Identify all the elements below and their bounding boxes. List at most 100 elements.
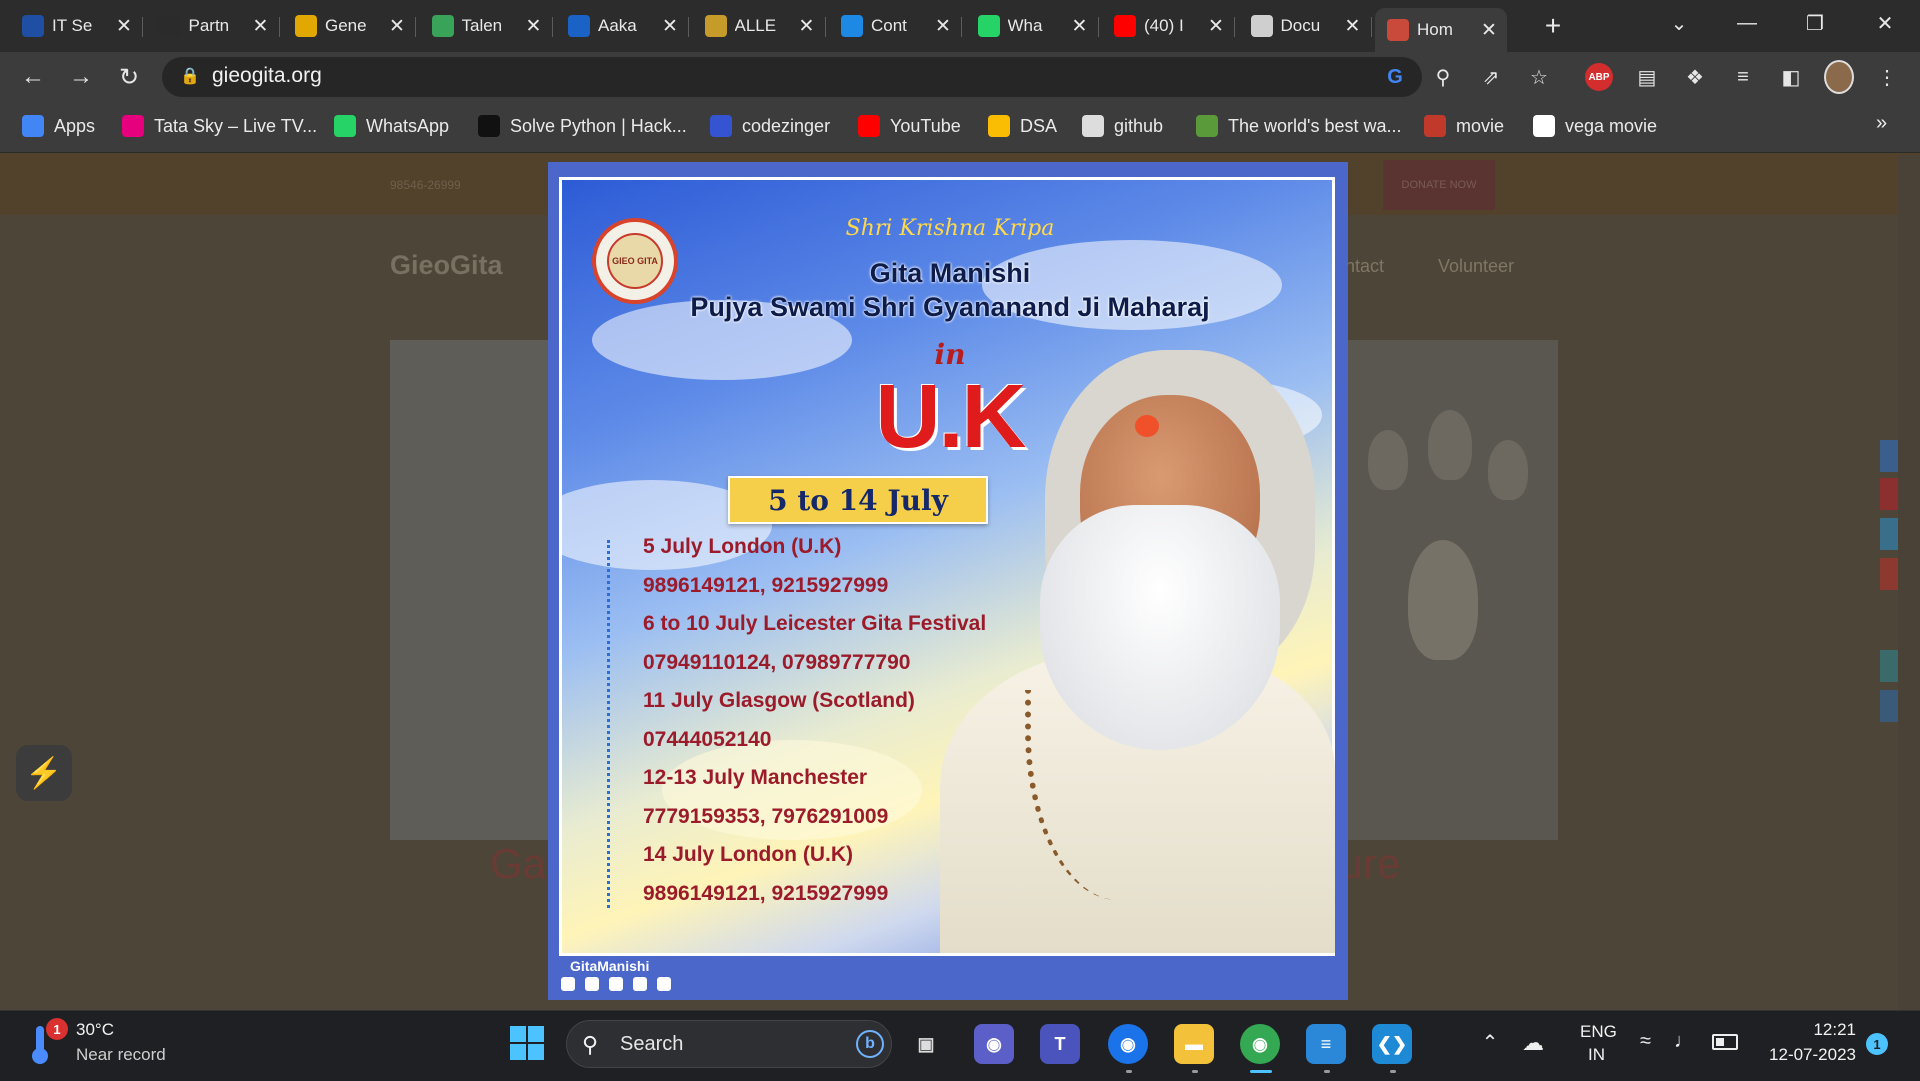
donate-button[interactable]: DONATE NOW <box>1383 160 1495 210</box>
bookmark-codezinger[interactable]: codezinger <box>710 112 830 140</box>
contest-icon <box>841 15 863 37</box>
close-tab-icon[interactable]: ✕ <box>385 15 409 38</box>
bing-icon[interactable]: b <box>856 1030 884 1058</box>
tab-alle[interactable]: ALLE ✕ <box>693 8 826 44</box>
vscode-icon[interactable]: ❮❯ <box>1372 1024 1412 1064</box>
profile-avatar[interactable] <box>1824 60 1854 94</box>
file-manager-icon[interactable]: ▣ <box>906 1024 946 1064</box>
lock-icon[interactable]: 🔒 <box>180 66 200 86</box>
adblock-label: ABP <box>1585 63 1613 91</box>
bookmark-star-icon[interactable]: ☆ <box>1524 62 1554 92</box>
tab-docu[interactable]: Docu ✕ <box>1239 8 1372 44</box>
notification-badge[interactable]: 1 <box>1866 1033 1888 1055</box>
onedrive-icon[interactable]: ☁ <box>1522 1030 1544 1056</box>
minimize-button[interactable]: — <box>1724 8 1770 38</box>
close-tab-icon[interactable]: ✕ <box>1477 19 1501 42</box>
bookmark-the-world-s-best-wa[interactable]: The world's best wa... <box>1196 112 1402 140</box>
bookmark-tata-sky-live-tv[interactable]: Tata Sky – Live TV... <box>122 112 317 140</box>
bookmark-solve-python-hack[interactable]: Solve Python | Hack... <box>478 112 687 140</box>
close-window-button[interactable]: ✕ <box>1862 8 1908 38</box>
close-tab-icon[interactable]: ✕ <box>1204 15 1228 38</box>
notepad-icon[interactable]: ≡ <box>1306 1024 1346 1064</box>
language-region[interactable]: IN <box>1588 1045 1605 1065</box>
reading-list-icon[interactable]: ≡ <box>1728 62 1758 92</box>
tab-hom[interactable]: Hom ✕ <box>1375 8 1507 52</box>
bookmark-whatsapp[interactable]: WhatsApp <box>334 112 449 140</box>
close-tab-icon[interactable]: ✕ <box>249 15 273 38</box>
site-logo[interactable]: GieoGita <box>390 250 503 281</box>
share-facebook-icon[interactable] <box>1880 440 1898 472</box>
close-tab-icon[interactable]: ✕ <box>658 15 682 38</box>
google-lens-icon[interactable]: G <box>1380 62 1410 92</box>
tab-aaka[interactable]: Aaka ✕ <box>556 8 689 44</box>
reload-button[interactable]: ↻ <box>112 60 146 94</box>
url-text[interactable]: gieogita.org <box>212 64 322 88</box>
share-linkedin-icon[interactable] <box>1880 690 1898 722</box>
tab-40-i[interactable]: (40) I ✕ <box>1102 8 1235 44</box>
wifi-icon[interactable]: ≈ <box>1640 1030 1651 1053</box>
generic-icon <box>295 15 317 37</box>
nav-volunteer[interactable]: Volunteer <box>1438 256 1514 277</box>
new-tab-button[interactable]: + <box>1537 10 1569 42</box>
extensions-puzzle-icon[interactable]: ❖ <box>1680 62 1710 92</box>
close-tab-icon[interactable]: ✕ <box>795 15 819 38</box>
close-tab-icon[interactable]: ✕ <box>112 15 136 38</box>
battery-icon[interactable] <box>1712 1034 1738 1050</box>
bookmark-apps[interactable]: Apps <box>22 112 95 140</box>
teams-icon[interactable]: T <box>1040 1024 1080 1064</box>
share-icon[interactable]: ⇗ <box>1476 62 1506 92</box>
close-tab-icon[interactable]: ✕ <box>1341 15 1365 38</box>
taskbar <box>0 1010 1920 1081</box>
menu-kebab-icon[interactable]: ⋮ <box>1872 62 1902 92</box>
bookmark-label: DSA <box>1020 115 1058 136</box>
tab-wha[interactable]: Wha ✕ <box>966 8 1099 44</box>
taskbar-search-placeholder[interactable]: Search <box>620 1033 683 1056</box>
close-tab-icon[interactable]: ✕ <box>1068 15 1092 38</box>
bookmark-vega-movie[interactable]: vega movie <box>1533 112 1657 140</box>
volume-icon[interactable]: ♩ <box>1674 1030 1694 1053</box>
adblock-icon[interactable]: ABP <box>1584 62 1614 92</box>
file-explorer-icon[interactable]: ▬ <box>1174 1024 1214 1064</box>
close-tab-icon[interactable]: ✕ <box>522 15 546 38</box>
poster-handle: GitaManishi <box>570 958 650 974</box>
share-youtube-icon[interactable] <box>1880 558 1898 590</box>
address-bar[interactable] <box>162 57 1422 97</box>
bookmark-dsa[interactable]: DSA <box>988 112 1057 140</box>
forward-button[interactable]: → <box>64 60 98 94</box>
more-bookmarks-button[interactable]: » <box>1876 112 1887 135</box>
language-code[interactable]: ENG <box>1580 1022 1617 1042</box>
back-button[interactable]: ← <box>16 60 50 94</box>
share-pinterest-icon[interactable] <box>1880 478 1898 510</box>
extension-doc-icon[interactable]: ▤ <box>1632 62 1662 92</box>
slider-widget-icon[interactable]: ⚡ <box>16 745 72 801</box>
bookmark-github[interactable]: github <box>1082 112 1163 140</box>
side-panel-icon[interactable]: ◧ <box>1776 62 1806 92</box>
chrome-icon[interactable]: ◉ <box>1240 1024 1280 1064</box>
clock-date[interactable]: 12-07-2023 <box>1760 1045 1856 1065</box>
tab-partn[interactable]: Partn ✕ <box>147 8 280 44</box>
share-twitter-icon[interactable] <box>1880 518 1898 550</box>
page-scrollbar[interactable] <box>1898 155 1920 1010</box>
zoom-icon[interactable]: ⚲ <box>1428 62 1458 92</box>
tab-search-chevron-icon[interactable]: ⌄ <box>1656 8 1702 38</box>
active-indicator <box>1250 1070 1272 1073</box>
taskbar-search[interactable] <box>566 1020 892 1068</box>
windows-start-icon[interactable] <box>510 1026 544 1060</box>
meet-icon[interactable]: ◉ <box>974 1024 1014 1064</box>
restore-button[interactable]: ❐ <box>1792 8 1838 38</box>
chevron-up-icon[interactable]: ⌃ <box>1478 1030 1502 1055</box>
clock-time[interactable]: 12:21 <box>1760 1020 1856 1040</box>
weather-note[interactable]: Near record <box>76 1045 166 1065</box>
tab-it-se[interactable]: IT Se ✕ <box>10 8 143 44</box>
weather-temperature[interactable]: 30°C <box>76 1020 114 1040</box>
globe-icon <box>1250 15 1273 37</box>
share-whatsapp-icon[interactable] <box>1880 650 1898 682</box>
tab-gene[interactable]: Gene ✕ <box>283 8 416 44</box>
close-tab-icon[interactable]: ✕ <box>931 15 955 38</box>
bookmark-movie[interactable]: movie <box>1424 112 1504 140</box>
bookmark-youtube[interactable]: YouTube <box>858 112 961 140</box>
chrome-profile-icon[interactable]: ◉ <box>1108 1024 1148 1064</box>
tab-cont[interactable]: Cont ✕ <box>829 8 962 44</box>
tab-talen[interactable]: Talen ✕ <box>420 8 553 44</box>
nav-contact[interactable]: ntact <box>1345 256 1384 277</box>
